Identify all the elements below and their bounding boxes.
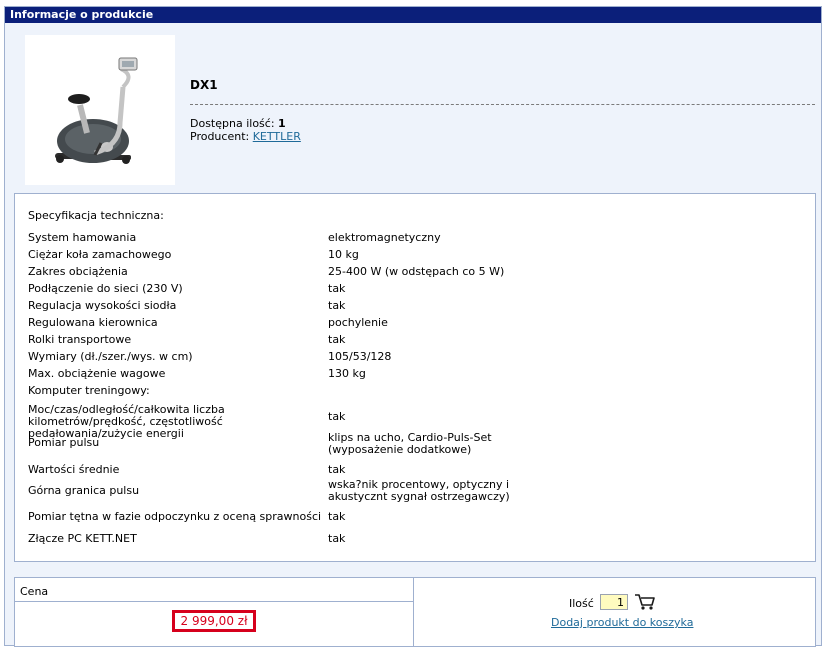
spec-label: System hamowania <box>28 231 137 244</box>
spec-value: tak <box>328 532 346 545</box>
price-box: Cena 2 999,00 zł <box>14 577 414 647</box>
cart-icon[interactable] <box>634 593 656 611</box>
spec-label: Górna granica pulsu <box>28 484 140 497</box>
spec-value: tak <box>328 510 346 523</box>
spec-value: tak <box>328 463 346 476</box>
stock-info: Dostępna ilość: 1 <box>190 117 286 130</box>
quantity-input[interactable] <box>600 594 628 610</box>
quantity-label: Ilość <box>569 597 594 610</box>
spec-label: Max. obciążenie wagowe <box>28 367 166 380</box>
price-label: Cena <box>20 585 49 598</box>
spec-label: Zakres obciążenia <box>28 265 128 278</box>
exercise-bike-image <box>55 57 138 164</box>
spec-label: Pomiar tętna w fazie odpoczynku z oceną … <box>28 510 322 523</box>
spec-label: Wartości średnie <box>28 463 120 476</box>
price-label-row: Cena <box>15 578 413 602</box>
spec-value: elektromagnetyczny <box>328 231 441 244</box>
product-info-panel: Informacje o produkcie DX1 Dostępna iloś… <box>4 6 822 647</box>
panel-title: Informacje o produkcie <box>5 7 821 23</box>
spec-label: Komputer treningowy: <box>28 384 150 397</box>
spec-heading: Specyfikacja techniczna: <box>28 209 164 222</box>
add-to-cart-box: Ilość Dodaj produkt do koszyka <box>414 577 816 647</box>
spec-value: tak <box>328 410 346 423</box>
spec-label: Ciężar koła zamachowego <box>28 248 172 261</box>
spec-value: 130 kg <box>328 367 366 380</box>
spec-value: tak <box>328 282 346 295</box>
divider <box>190 104 815 105</box>
producer-link[interactable]: KETTLER <box>253 130 301 143</box>
price-value: 2 999,00 zł <box>172 610 256 632</box>
producer-info: Producent: KETTLER <box>190 130 301 143</box>
producer-label: Producent: <box>190 130 250 143</box>
spec-label: Wymiary (dł./szer./wys. w cm) <box>28 350 193 363</box>
spec-label: Podłączenie do sieci (230 V) <box>28 282 183 295</box>
spec-value: 25-400 W (w odstępach co 5 W) <box>328 265 505 278</box>
spec-label: Rolki transportowe <box>28 333 132 346</box>
spec-value: klips na ucho, Cardio-Puls-Set (wyposaże… <box>328 431 492 456</box>
spec-value: 10 kg <box>328 248 359 261</box>
stock-value: 1 <box>278 117 286 130</box>
spec-value: 105/53/128 <box>328 350 392 363</box>
spec-label: Moc/czas/odległość/całkowita liczba kilo… <box>28 403 225 440</box>
spec-value: tak <box>328 299 346 312</box>
spec-value: pochylenie <box>328 316 388 329</box>
add-to-cart-link[interactable]: Dodaj produkt do koszyka <box>551 616 693 629</box>
spec-value: tak <box>328 333 346 346</box>
spec-label: Regulacja wysokości siodła <box>28 299 177 312</box>
spec-table: Specyfikacja techniczna: System hamowani… <box>14 193 816 562</box>
stock-label: Dostępna ilość: <box>190 117 275 130</box>
spec-label: Pomiar pulsu <box>28 436 100 449</box>
spec-value: wska?nik procentowy, optyczny i akustycz… <box>328 478 510 503</box>
spec-label: Regulowana kierownica <box>28 316 158 329</box>
spec-label: Złącze PC KETT.NET <box>28 532 137 545</box>
product-name: DX1 <box>190 78 218 92</box>
product-image <box>25 35 175 185</box>
